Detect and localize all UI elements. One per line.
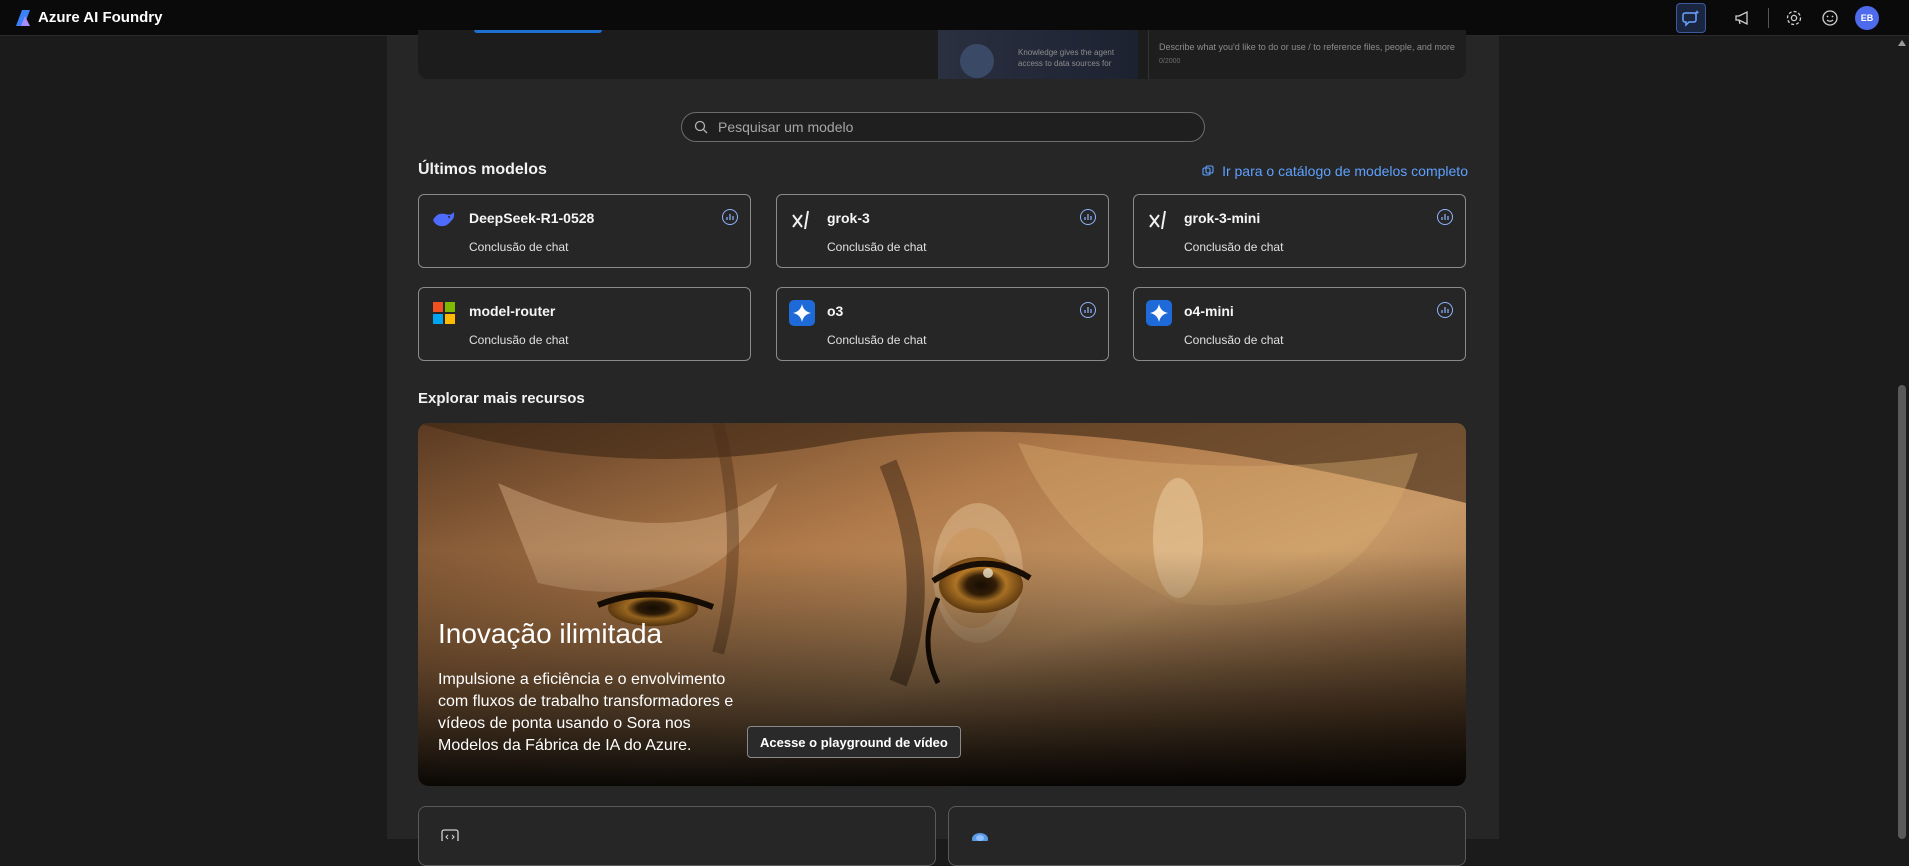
benchmark-badge-icon — [722, 209, 738, 225]
hero-description: Impulsione a eficiência e o envolvimento… — [438, 671, 734, 754]
brand[interactable]: Azure AI Foundry — [16, 9, 162, 26]
model-task: Conclusão de chat — [827, 333, 927, 347]
model-name: DeepSeek-R1-0528 — [469, 210, 595, 226]
model-name: model-router — [469, 303, 556, 319]
search-input[interactable]: Pesquisar um modelo — [718, 119, 853, 135]
model-task: Conclusão de chat — [469, 333, 569, 347]
promo-primary-button[interactable] — [474, 30, 602, 33]
model-card-grok-3-mini[interactable]: grok-3-mini Conclusão de chat — [1133, 194, 1466, 268]
xai-logo-icon — [789, 207, 815, 233]
explore-resources-title: Explorar mais recursos — [418, 390, 585, 407]
model-task: Conclusão de chat — [1184, 240, 1284, 254]
full-catalog-link-label: Ir para o catálogo de modelos completo — [1222, 163, 1468, 179]
copilot-chat-icon — [1682, 10, 1700, 27]
full-catalog-link[interactable]: Ir para o catálogo de modelos completo — [1202, 163, 1468, 179]
video-playground-button[interactable]: Acesse o playground de vídeo — [747, 726, 961, 758]
top-actions: EB — [1676, 0, 1879, 36]
azure-ai-foundry-logo-icon — [16, 9, 30, 26]
model-name: o4-mini — [1184, 303, 1234, 319]
agent-promo-card: Knowledge gives the agent access to data… — [418, 30, 1466, 79]
catalog-link-icon — [1202, 165, 1214, 176]
settings-gear-icon[interactable] — [1783, 7, 1805, 29]
copilot-button[interactable] — [1676, 3, 1706, 33]
knowledge-preview-text: Knowledge gives the agent access to data… — [1018, 48, 1115, 68]
microsoft-logo-icon — [431, 300, 457, 326]
resource-card-left[interactable] — [418, 806, 936, 866]
knowledge-illustration-icon — [960, 44, 994, 78]
benchmark-badge-icon — [1437, 302, 1453, 318]
xai-logo-icon — [1146, 207, 1172, 233]
scrollbar-thumb[interactable] — [1898, 385, 1906, 839]
model-card-model-router[interactable]: model-router Conclusão de chat — [418, 287, 751, 361]
code-window-icon — [441, 829, 459, 841]
benchmark-badge-icon — [1080, 209, 1096, 225]
search-icon — [694, 120, 708, 134]
prompt-preview: Describe what you'd like to do or use / … — [1148, 30, 1466, 79]
model-card-o3[interactable]: o3 Conclusão de chat — [776, 287, 1109, 361]
cloud-resource-icon — [972, 833, 988, 841]
benchmark-badge-icon — [1080, 302, 1096, 318]
announcements-icon[interactable] — [1732, 7, 1754, 29]
feedback-smiley-icon[interactable] — [1819, 7, 1841, 29]
model-card-deepseek[interactable]: DeepSeek-R1-0528 Conclusão de chat — [418, 194, 751, 268]
divider — [1768, 8, 1769, 28]
hero-title: Inovação ilimitada — [438, 618, 663, 649]
page-scrollbar[interactable] — [1895, 36, 1909, 839]
model-task: Conclusão de chat — [1184, 333, 1284, 347]
knowledge-preview: Knowledge gives the agent access to data… — [938, 30, 1138, 79]
model-name: grok-3 — [827, 210, 870, 226]
deepseek-whale-icon — [431, 207, 457, 233]
prompt-preview-text: Describe what you'd like to do or use / … — [1159, 42, 1455, 52]
benchmark-badge-icon — [1437, 209, 1453, 225]
azure-openai-sparkle-icon — [1146, 300, 1172, 326]
model-name: o3 — [827, 303, 844, 319]
app-title: Azure AI Foundry — [38, 9, 163, 26]
main-content: Knowledge gives the agent access to data… — [387, 30, 1499, 866]
azure-openai-sparkle-icon — [789, 300, 815, 326]
model-search[interactable]: Pesquisar um modelo — [681, 112, 1205, 142]
model-task: Conclusão de chat — [469, 240, 569, 254]
scroll-up-arrow-icon[interactable] — [1898, 40, 1906, 46]
model-card-o4-mini[interactable]: o4-mini Conclusão de chat — [1133, 287, 1466, 361]
latest-models-title: Últimos modelos — [418, 161, 547, 178]
model-card-grok-3[interactable]: grok-3 Conclusão de chat — [776, 194, 1109, 268]
sora-hero-banner: Inovação ilimitada Impulsione a eficiênc… — [418, 423, 1466, 786]
resource-card-right[interactable] — [948, 806, 1466, 866]
model-task: Conclusão de chat — [827, 240, 927, 254]
user-avatar[interactable]: EB — [1855, 6, 1879, 30]
prompt-preview-counter: 0/2000 — [1159, 58, 1181, 65]
model-name: grok-3-mini — [1184, 210, 1261, 226]
